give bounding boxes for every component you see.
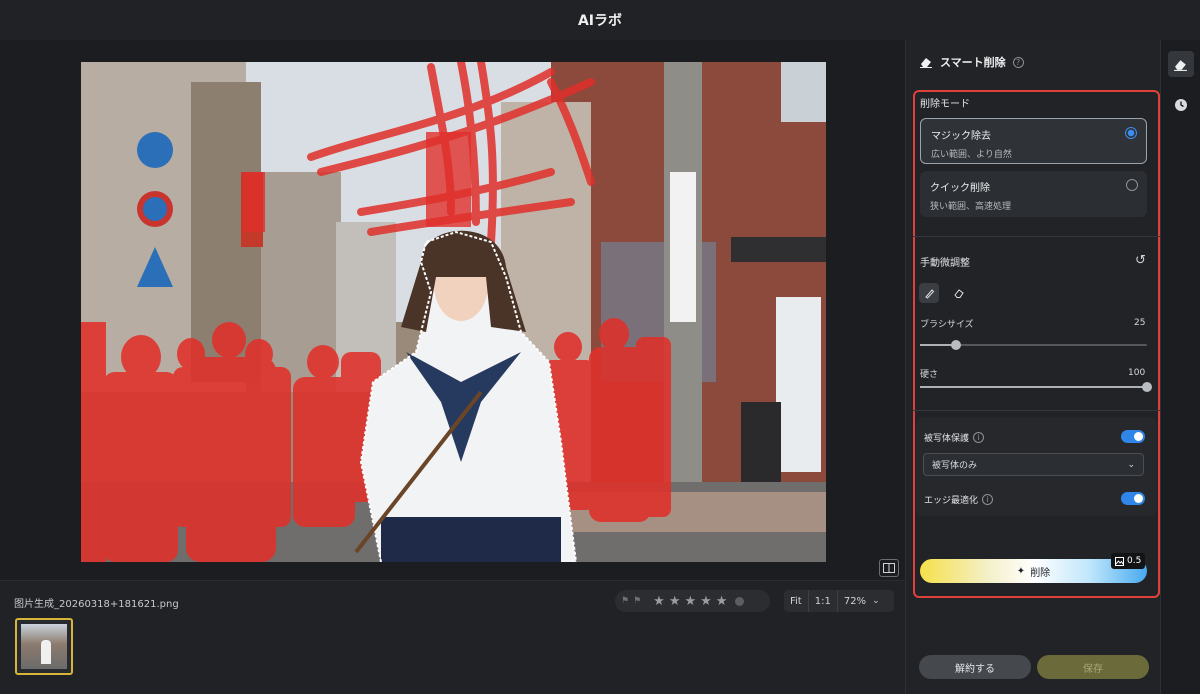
help-icon[interactable]: ? (1012, 56, 1024, 68)
rail-history-button[interactable] (1168, 92, 1194, 118)
zoom-fit-button[interactable]: Fit (784, 590, 809, 612)
brush-size-label: ブラシサイズ (920, 320, 974, 330)
zoom-select[interactable]: 72% ⌄ (838, 590, 886, 612)
subject-protect-toggle[interactable] (1121, 430, 1145, 443)
subject-protect-label: 被写体保護 (924, 434, 970, 444)
mode-magic-remove[interactable]: マジック除去 広い範囲、より自然 (920, 118, 1147, 164)
brush-icon (924, 288, 934, 299)
color-label-dot[interactable] (735, 596, 745, 606)
sparkle-icon: ✦ (1016, 565, 1026, 577)
edge-opt-row: エッジ最適化 i (924, 493, 994, 506)
panel-header: スマート削除 ? (920, 54, 1024, 70)
mode-section-title: 削除モード (920, 99, 970, 110)
filmstrip-bar: 图片生成_20260318+181621.png ⚑ ⚑ ★ ★ ★ ★ ★ F… (0, 580, 905, 694)
image-credit-icon (1115, 556, 1124, 566)
manual-adjust-title: 手動微調整 (920, 258, 970, 269)
mode-quick-delete[interactable]: クイック削除 狭い範囲、高速処理 (920, 171, 1147, 217)
chevron-down-icon: ⌄ (872, 596, 880, 606)
thumbnail-image (21, 624, 67, 669)
rail-smart-remove-button[interactable] (1168, 51, 1194, 77)
flag-icon[interactable]: ⚑ (621, 596, 629, 606)
radio-unselected[interactable] (1126, 179, 1138, 191)
brush-size-value: 25 (1134, 318, 1146, 328)
hardness-value: 100 (1128, 368, 1146, 378)
zoom-1to1-button[interactable]: 1:1 (809, 590, 838, 612)
star-icon-5[interactable]: ★ (716, 594, 728, 609)
zoom-value: 72% (843, 595, 867, 607)
street-photo (81, 62, 826, 562)
compare-view-button[interactable] (879, 559, 899, 577)
mode-title: マジック除去 (931, 131, 991, 142)
eraser-icon (1174, 59, 1187, 71)
edge-opt-toggle[interactable] (1121, 492, 1145, 505)
divider (913, 236, 1160, 237)
slider-fill (920, 386, 1147, 388)
save-button[interactable]: 保存 (1037, 655, 1149, 679)
radio-selected[interactable] (1125, 127, 1137, 139)
subject-mode-select[interactable]: 被写体のみ ⌄ (923, 453, 1144, 476)
tool-rail (1160, 40, 1200, 694)
brush-tool-button[interactable] (919, 283, 939, 303)
thumbnail-selected[interactable] (15, 618, 73, 675)
star-icon-4[interactable]: ★ (700, 594, 712, 609)
chevron-down-icon: ⌄ (1127, 459, 1135, 470)
clock-icon (1175, 99, 1187, 111)
star-icon-3[interactable]: ★ (684, 594, 696, 609)
divider (913, 410, 1160, 411)
eraser-tool-button[interactable] (949, 283, 969, 303)
unlock-label: 解約する (955, 663, 995, 675)
edit-image[interactable] (81, 62, 826, 562)
unlock-button[interactable]: 解約する (919, 655, 1031, 679)
zoom-control: Fit 1:1 72% ⌄ (784, 590, 894, 612)
app-title-bar: AIラボ (0, 0, 1200, 40)
rating-bar: ⚑ ⚑ ★ ★ ★ ★ ★ (615, 590, 770, 612)
hardness-label: 硬さ (920, 370, 939, 380)
file-name: 图片生成_20260318+181621.png (14, 599, 179, 610)
canvas-area[interactable] (0, 40, 905, 580)
eraser-icon (920, 58, 932, 68)
credit-value: 0.5 (1127, 556, 1142, 566)
eraser-tool-icon (953, 288, 964, 298)
mode-subtitle: 狭い範囲、高速処理 (930, 202, 1012, 212)
brush-size-slider[interactable] (920, 340, 1147, 350)
edge-opt-label: エッジ最適化 (924, 496, 979, 506)
select-value: 被写体のみ (932, 461, 978, 471)
hardness-slider[interactable] (920, 382, 1152, 392)
slider-thumb[interactable] (1142, 382, 1152, 392)
smart-remove-panel: スマート削除 ? 削除モード マジック除去 広い範囲、より自然 クイック削除 狭… (905, 40, 1160, 694)
panel-title: スマート削除 (940, 56, 1006, 69)
star-icon-1[interactable]: ★ (653, 594, 665, 609)
subject-protect-row: 被写体保護 i (924, 431, 985, 444)
credit-badge: 0.5 (1111, 553, 1146, 569)
app-title: AIラボ (577, 13, 623, 29)
info-icon[interactable]: i (973, 432, 985, 443)
star-icon-2[interactable]: ★ (669, 594, 681, 609)
save-label: 保存 (1083, 663, 1103, 675)
mode-title: クイック削除 (930, 183, 990, 194)
info-icon[interactable]: i (982, 494, 994, 505)
split-view-icon (883, 563, 895, 573)
reject-flag-icon[interactable]: ⚑ (633, 596, 641, 606)
delete-label: 削除 (1030, 567, 1051, 579)
mode-subtitle: 広い範囲、より自然 (931, 150, 1012, 160)
reset-icon[interactable]: ↺ (1135, 253, 1146, 268)
